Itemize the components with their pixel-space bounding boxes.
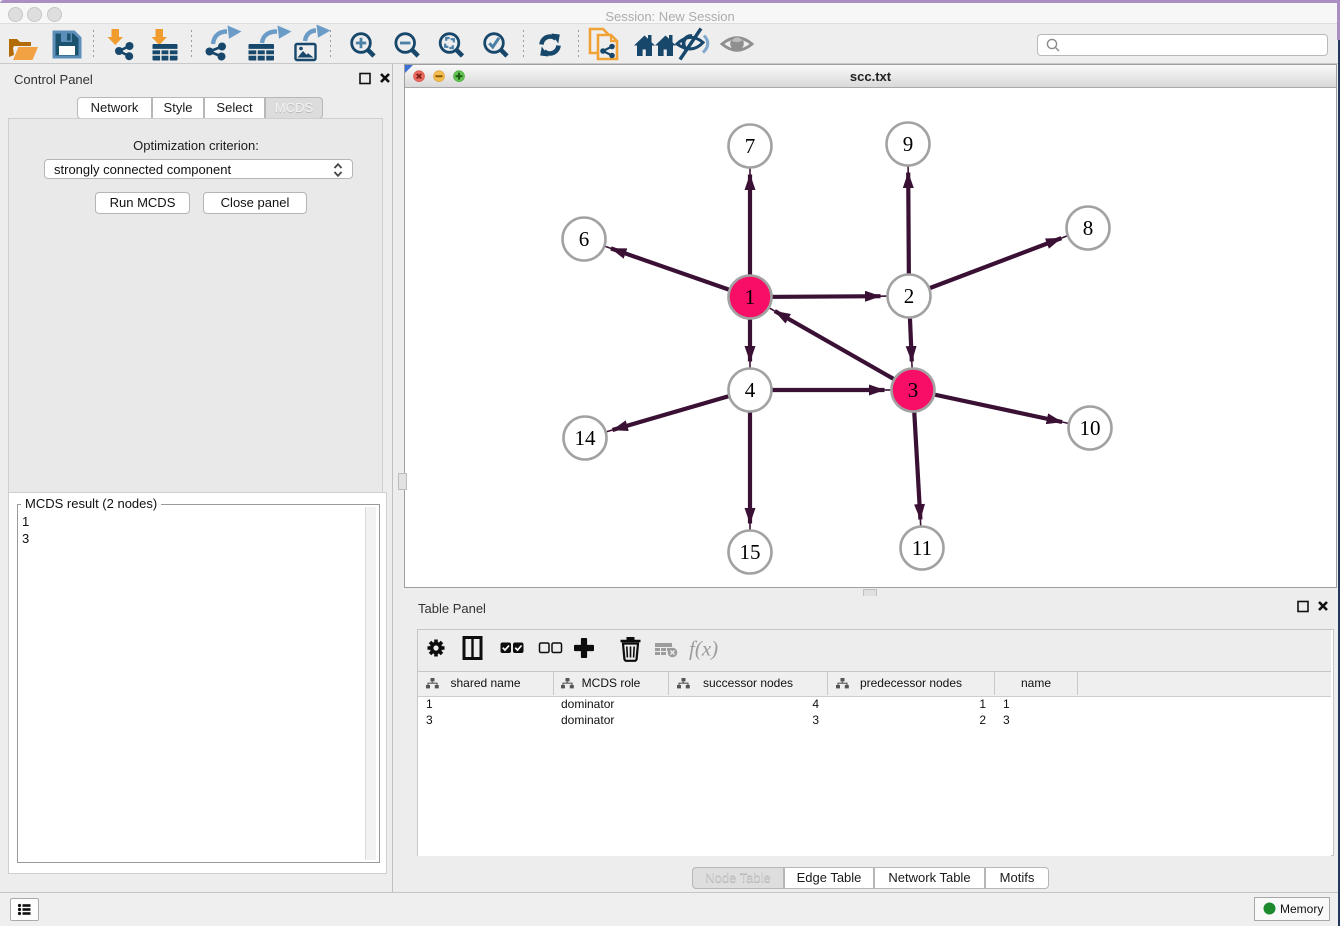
svg-text:7: 7 xyxy=(745,134,756,158)
svg-text:9: 9 xyxy=(903,132,914,156)
svg-text:6: 6 xyxy=(579,227,590,251)
svg-text:8: 8 xyxy=(1083,216,1094,240)
svg-text:2: 2 xyxy=(904,284,915,308)
svg-text:10: 10 xyxy=(1080,416,1101,440)
svg-text:1: 1 xyxy=(745,285,756,309)
svg-text:11: 11 xyxy=(912,536,932,560)
svg-text:15: 15 xyxy=(740,540,761,564)
svg-text:4: 4 xyxy=(745,378,756,402)
svg-text:3: 3 xyxy=(908,378,919,402)
svg-text:f(x): f(x) xyxy=(689,637,718,661)
svg-text:14: 14 xyxy=(575,426,597,450)
